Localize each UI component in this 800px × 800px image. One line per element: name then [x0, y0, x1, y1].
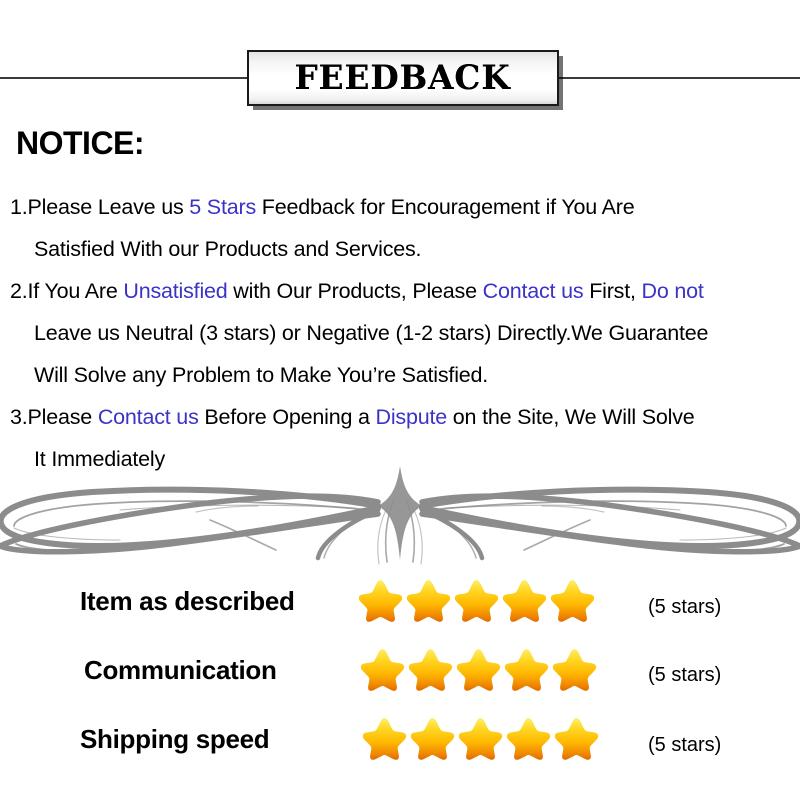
notice-line: Leave us Neutral (3 stars) or Negative (…: [10, 312, 800, 354]
rating-row: Communication (5 stars): [0, 642, 800, 712]
notice-heading: NOTICE:: [16, 125, 145, 161]
notice-highlight-text[interactable]: Contact us: [98, 405, 199, 429]
notice-text: on the Site, We Will Solve: [447, 405, 695, 429]
notice-text: Satisfied With our Products and Services…: [34, 237, 422, 261]
star-icon[interactable]: [504, 716, 552, 762]
feedback-banner-box: FEEDBACK: [247, 50, 559, 106]
star-icon[interactable]: [358, 647, 406, 693]
notice-highlight-text[interactable]: Unsatisfied: [123, 279, 227, 303]
star-count-label: (5 stars): [648, 596, 722, 618]
notice-highlight-text[interactable]: 5 Stars: [189, 195, 256, 219]
rating-label: Communication: [84, 655, 277, 685]
star-rating[interactable]: [356, 578, 596, 624]
notice-text: 1.Please Leave us: [10, 195, 190, 219]
star-rating[interactable]: [358, 647, 598, 693]
notice-text: Before Opening a: [198, 405, 376, 429]
star-icon[interactable]: [404, 578, 452, 624]
notice-text: First,: [583, 279, 642, 303]
notice-text: Will Solve any Problem to Make You’re Sa…: [34, 363, 489, 387]
rating-label: Shipping speed: [80, 724, 270, 754]
notice-text: with Our Products, Please: [227, 279, 483, 303]
star-count-label: (5 stars): [648, 664, 722, 686]
notice-highlight-text[interactable]: Contact us: [483, 279, 584, 303]
star-count-label: (5 stars): [648, 734, 722, 756]
decorative-flourish-divider: [0, 458, 800, 568]
rating-label: Item as described: [80, 586, 295, 616]
rating-row: Item as described (5 stars): [0, 572, 800, 642]
star-icon[interactable]: [452, 578, 500, 624]
notice-highlight-text[interactable]: Do not: [642, 279, 704, 303]
notice-text: 3.Please: [10, 405, 98, 429]
notice-text: Leave us Neutral (3 stars) or Negative (…: [34, 321, 709, 345]
star-icon[interactable]: [502, 647, 550, 693]
notice-line: 2.If You Are Unsatisfied with Our Produc…: [10, 270, 800, 312]
rating-rows: Item as described (5 stars) Communication (…: [0, 572, 800, 782]
banner-rule-left: [0, 77, 249, 79]
star-icon[interactable]: [552, 716, 600, 762]
notice-text: Feedback for Encouragement if You Are: [256, 195, 635, 219]
notice-line: 3.Please Contact us Before Opening a Dis…: [10, 396, 800, 438]
notice-list: 1.Please Leave us 5 Stars Feedback for E…: [10, 186, 800, 480]
star-rating[interactable]: [360, 716, 600, 762]
star-icon[interactable]: [500, 578, 548, 624]
star-icon[interactable]: [360, 716, 408, 762]
notice-line: 1.Please Leave us 5 Stars Feedback for E…: [10, 186, 800, 228]
star-icon[interactable]: [456, 716, 504, 762]
notice-line: Satisfied With our Products and Services…: [10, 228, 800, 270]
star-icon[interactable]: [406, 647, 454, 693]
banner-rule-right: [555, 77, 800, 79]
star-icon[interactable]: [550, 647, 598, 693]
rating-row: Shipping speed (5 stars): [0, 712, 800, 782]
star-icon[interactable]: [356, 578, 404, 624]
feedback-banner-area: FEEDBACK: [0, 0, 800, 112]
star-icon[interactable]: [408, 716, 456, 762]
star-icon[interactable]: [548, 578, 596, 624]
notice-text: 2.If You Are: [10, 279, 124, 303]
star-icon[interactable]: [454, 647, 502, 693]
notice-highlight-text[interactable]: Dispute: [376, 405, 448, 429]
notice-line: Will Solve any Problem to Make You’re Sa…: [10, 354, 800, 396]
feedback-banner-title: FEEDBACK: [294, 58, 512, 98]
